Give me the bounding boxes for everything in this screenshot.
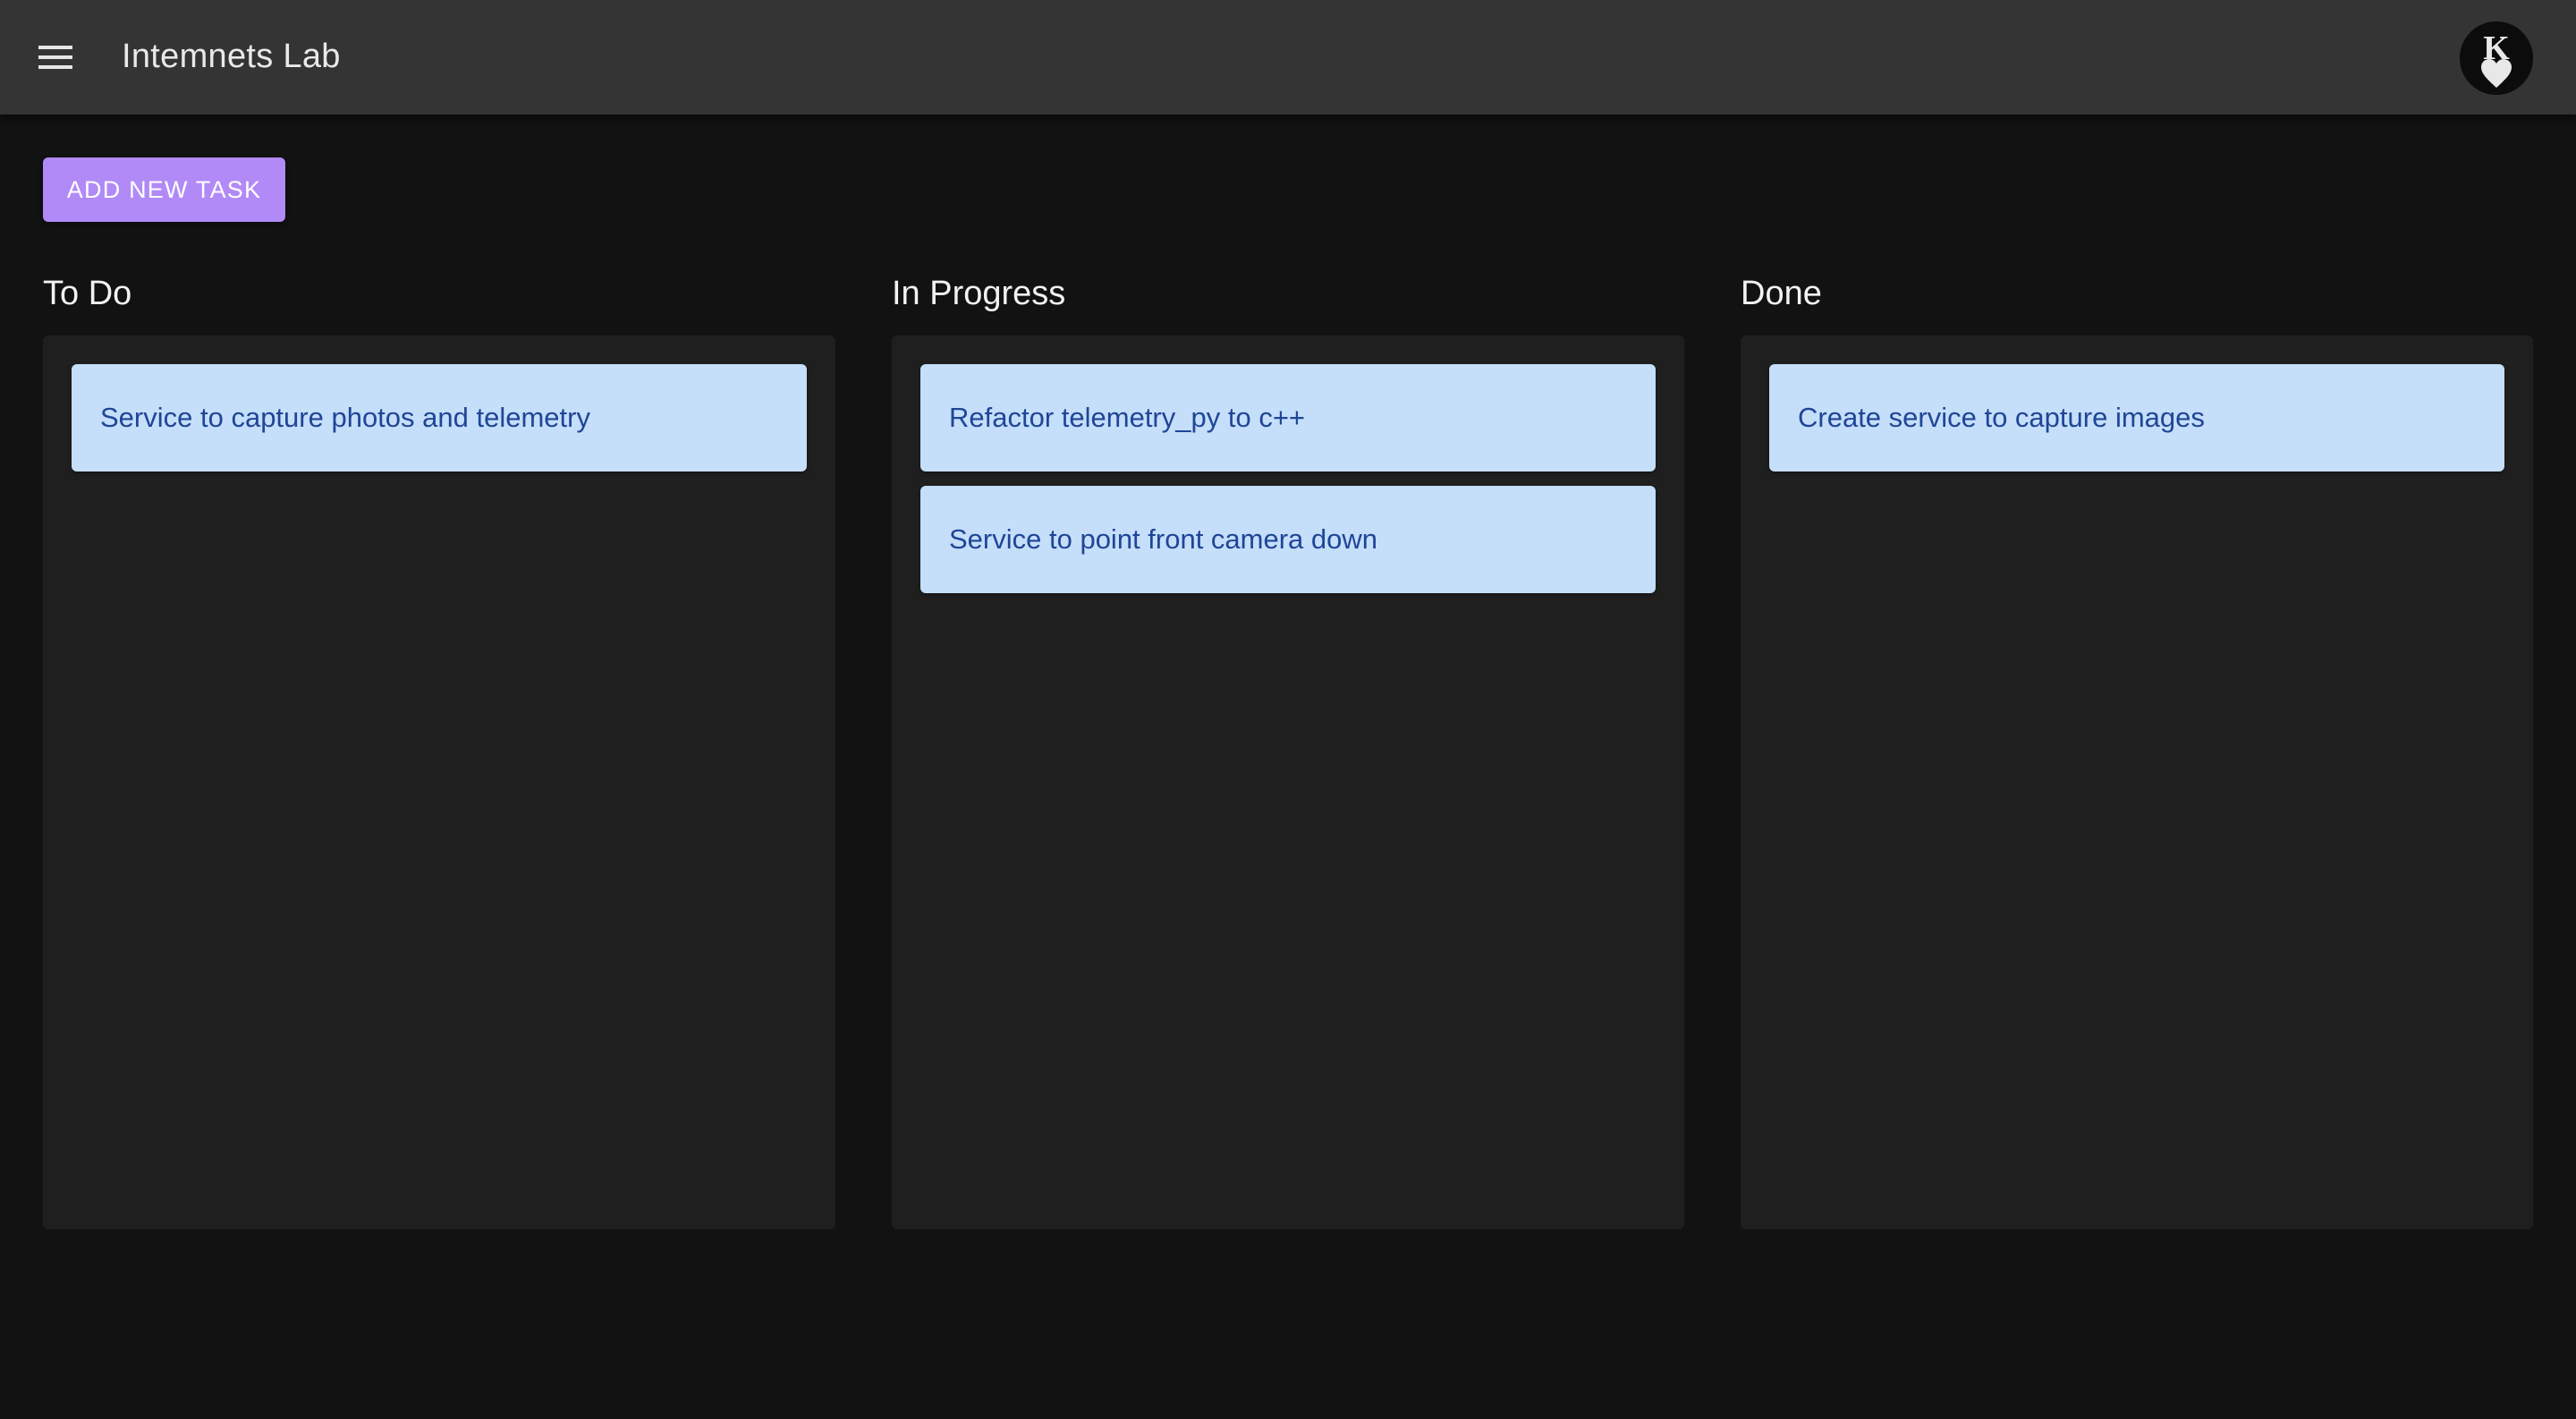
task-card[interactable]: Service to point front camera down <box>920 486 1656 593</box>
hamburger-menu-icon[interactable] <box>27 29 84 86</box>
add-new-task-button[interactable]: ADD NEW TASK <box>43 157 285 222</box>
column-in-progress[interactable]: Refactor telemetry_py to c++ Service to … <box>892 336 1684 1229</box>
task-card[interactable]: Refactor telemetry_py to c++ <box>920 364 1656 472</box>
task-card[interactable]: Create service to capture images <box>1769 364 2504 472</box>
column-title-todo: To Do <box>43 275 132 312</box>
menu-bar-middle <box>38 55 72 59</box>
king-of-hearts-avatar-icon: K <box>2460 21 2533 95</box>
menu-bar-top <box>38 46 72 49</box>
column-title-done: Done <box>1741 275 1822 312</box>
column-done[interactable]: Create service to capture images <box>1741 336 2533 1229</box>
app-title: Intemnets Lab <box>122 38 341 75</box>
column-title-in-progress: In Progress <box>892 275 1066 312</box>
app-bar: Intemnets Lab K <box>0 0 2576 115</box>
menu-bar-bottom <box>38 65 72 69</box>
column-todo[interactable]: Service to capture photos and telemetry <box>43 336 835 1229</box>
user-avatar[interactable]: K <box>2460 21 2533 95</box>
task-card[interactable]: Service to capture photos and telemetry <box>72 364 807 472</box>
